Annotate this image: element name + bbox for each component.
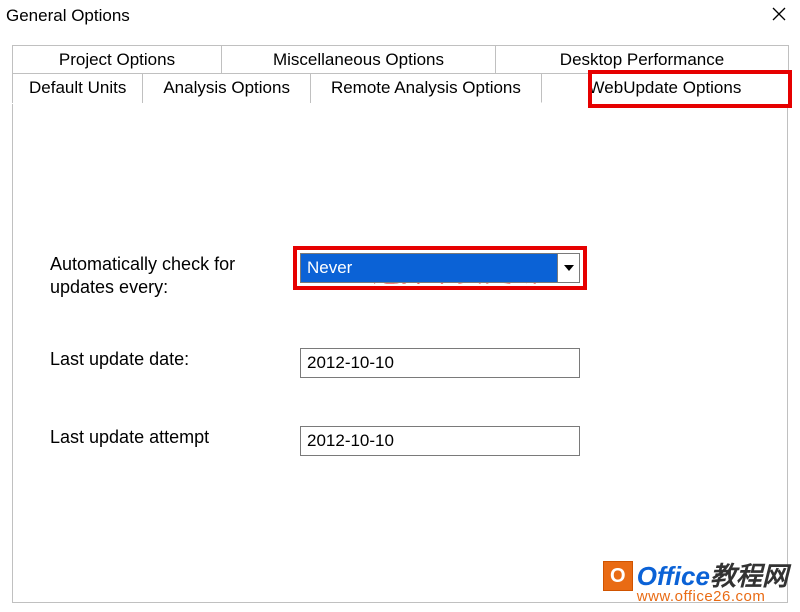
- label-last-attempt: Last update attempt: [50, 426, 300, 449]
- tab-default-units[interactable]: Default Units: [12, 73, 143, 103]
- dropdown-value: Never: [307, 258, 352, 278]
- last-update-field: [300, 348, 580, 378]
- tab-container: Project Options Miscellaneous Options De…: [12, 44, 788, 103]
- label-last-update: Last update date:: [50, 348, 300, 371]
- title-bar: General Options: [0, 0, 800, 44]
- tab-remote-analysis-options[interactable]: Remote Analysis Options: [310, 73, 542, 103]
- tab-webupdate-options[interactable]: WebUpdate Options: [541, 73, 789, 103]
- tab-project-options[interactable]: Project Options: [12, 45, 222, 74]
- tab-row-front: Default Units Analysis Options Remote An…: [12, 73, 788, 103]
- watermark-url: www.office26.com: [637, 589, 788, 604]
- tab-desktop-performance[interactable]: Desktop Performance: [495, 45, 789, 74]
- tab-row-back: Project Options Miscellaneous Options De…: [12, 44, 788, 73]
- tab-analysis-options[interactable]: Analysis Options: [142, 73, 311, 103]
- tab-miscellaneous-options[interactable]: Miscellaneous Options: [221, 45, 496, 74]
- window-title: General Options: [6, 6, 130, 26]
- chevron-down-icon[interactable]: [557, 254, 579, 282]
- combo-wrapper: Never: [300, 253, 580, 283]
- label-check-updates: Automatically check for updates every:: [50, 253, 300, 300]
- watermark-logo-icon: O: [603, 561, 633, 591]
- close-icon[interactable]: [768, 6, 790, 24]
- update-frequency-dropdown[interactable]: Never: [300, 253, 580, 283]
- last-attempt-field: [300, 426, 580, 456]
- watermark-brand: Office教程网: [637, 563, 788, 589]
- row-last-attempt: Last update attempt: [50, 426, 760, 456]
- watermark-line1: O Office教程网: [603, 561, 788, 591]
- row-last-update: Last update date:: [50, 348, 760, 378]
- row-check-updates: Automatically check for updates every: N…: [50, 253, 760, 300]
- watermark: O Office教程网 www.office26.com: [603, 561, 788, 604]
- tab-content: Automatically check for updates every: N…: [0, 103, 800, 456]
